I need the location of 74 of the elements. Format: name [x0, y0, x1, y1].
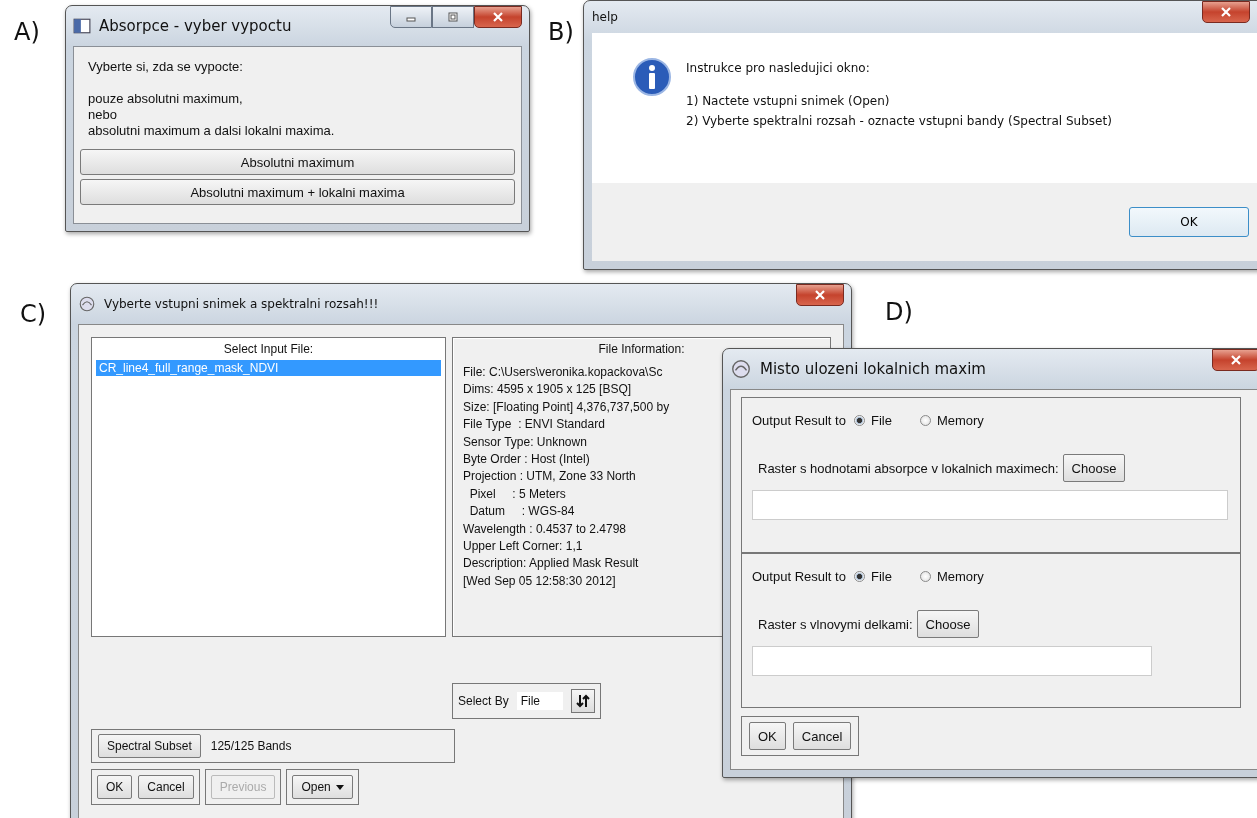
file-info-line: File: C:\Users\veronika.kopackova\Sc [463, 364, 663, 381]
figure-label: B) [548, 18, 574, 46]
file-info-line: Description: Applied Mask Result [463, 555, 639, 573]
close-button[interactable] [474, 6, 522, 28]
sort-arrows-icon [575, 694, 590, 708]
radio-option[interactable]: File [853, 413, 892, 428]
prompt-text: Vyberte si, zda se vypocte: [88, 59, 244, 75]
choose-button[interactable]: Choose [916, 610, 980, 638]
path-field[interactable] [752, 490, 1228, 520]
file-info-line: Upper Left Corner: 1,1 [463, 538, 583, 556]
figure-label: D) [885, 298, 913, 326]
output-label: Output Result to [752, 569, 846, 584]
close-icon [1220, 6, 1232, 18]
file-info-line: [Wed Sep 05 12:58:30 2012] [463, 572, 616, 590]
path-field[interactable] [752, 646, 1152, 676]
file-info-line: File Type : ENVI Standard [463, 416, 605, 434]
window-title: Misto ulozeni lokalnich maxim [760, 360, 986, 378]
output-label: Output Result to [752, 413, 846, 428]
radio-option[interactable]: Memory [919, 569, 984, 584]
select-by-value: File [516, 692, 563, 710]
app-icon [78, 295, 96, 313]
raster-label: Raster s hodnotami absorpce v lokalnich maximech: [758, 460, 1059, 476]
spectral-subset-button[interactable]: Spectral Subset [98, 734, 201, 758]
app-icon [73, 17, 91, 35]
message-heading: Instrukce pro nasledujici okno: [686, 61, 871, 75]
radio-button[interactable] [919, 415, 931, 426]
window-title: Vyberte vstupni snimek a spektralni rozsah!!! [104, 297, 379, 311]
window-title: help [592, 10, 618, 24]
window-title: Absorpce - vyber vypoctu [99, 17, 292, 35]
message-text: pouze absolutni maximum, nebo absolutni maximum a dalsi lokalni maxima. [88, 91, 336, 139]
file-info-line: Dims: 4595 x 1905 x 125 [BSQ] [463, 381, 632, 399]
file-info-line: Pixel : 5 Meters [468, 485, 566, 503]
file-info-line: Byte Order : Host (Intel) [463, 451, 590, 469]
panel-heading: File Information: [597, 342, 686, 356]
dialog-button[interactable]: Cancel [138, 775, 194, 799]
app-icon [730, 358, 752, 380]
close-icon [1230, 354, 1242, 366]
sort-button[interactable] [570, 689, 595, 713]
ok-button[interactable]: OK [1129, 207, 1249, 237]
file-info-line: Projection : UTM, Zone 33 North [463, 468, 636, 486]
raster-label: Raster s vlnovymi delkami: [758, 616, 913, 632]
panel-heading: Select Input File: [222, 342, 315, 356]
file-info-line: Size: [Floating Point] 4,376,737,500 by [463, 398, 670, 416]
dialog-button[interactable]: Open [292, 775, 353, 799]
dialog-button[interactable]: Cancel [792, 722, 852, 750]
radio-button[interactable] [853, 415, 865, 426]
select-by-label: Select By [458, 694, 509, 708]
minimize-button[interactable] [390, 6, 432, 28]
choice-button[interactable]: Absolutni maximum [80, 149, 515, 175]
radio-button[interactable] [919, 571, 931, 582]
dialog-button[interactable]: OK [97, 775, 133, 799]
close-button[interactable] [1202, 1, 1250, 23]
choose-button[interactable]: Choose [1062, 454, 1126, 482]
file-info-line: Datum : WGS-84 [468, 503, 575, 521]
close-button[interactable] [1212, 349, 1257, 371]
dialog-button[interactable]: OK [749, 722, 786, 750]
radio-option[interactable]: File [853, 569, 892, 584]
radio-button[interactable] [853, 571, 865, 582]
instruction-text: 1) Nactete vstupni snimek (Open) [686, 93, 891, 110]
instruction-text: 2) Vyberte spektralni rozsah - oznacte vstupni bandy (Spectral Subset) [686, 113, 1112, 130]
close-icon [492, 11, 504, 23]
caret-icon [335, 785, 344, 791]
figure-label: A) [14, 18, 40, 46]
maximize-button[interactable] [432, 6, 474, 28]
file-info-line: Sensor Type: Unknown [463, 433, 587, 451]
choice-button[interactable]: Absolutni maximum + lokalni maxima [80, 179, 515, 205]
close-button[interactable] [796, 284, 844, 306]
maximize-icon [447, 11, 459, 23]
radio-option[interactable]: Memory [919, 413, 984, 428]
info-icon [632, 57, 672, 97]
close-icon [814, 289, 826, 301]
bands-count: 125/125 Bands [210, 739, 292, 753]
file-info-line: Wavelength : 0.4537 to 2.4798 [463, 520, 626, 538]
figure-label: C) [20, 300, 47, 328]
